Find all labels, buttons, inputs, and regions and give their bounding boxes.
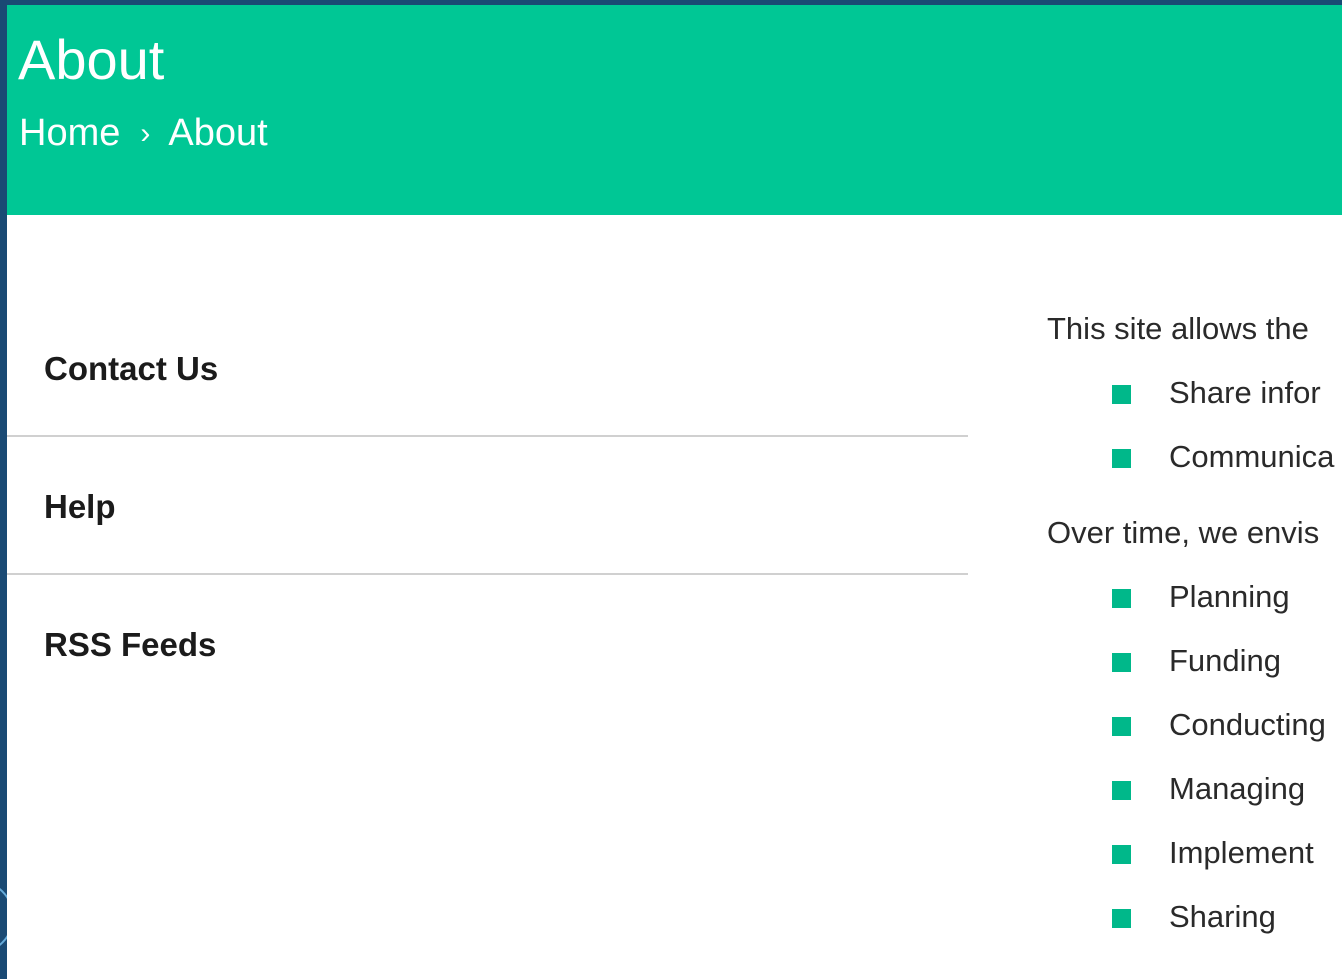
sidebar-nav: Contact Us Help RSS Feeds — [7, 299, 968, 713]
list-item-text: Implement — [1169, 835, 1314, 870]
list-item-text: Share infor — [1169, 375, 1321, 410]
sidebar-item-label: RSS Feeds — [44, 626, 217, 663]
page: About Home › About Contact Us Help RSS Fee… — [7, 5, 1342, 979]
page-header: About Home › About — [7, 5, 1342, 215]
list-item-text: Conducting — [1169, 707, 1326, 742]
chevron-right-icon: › — [140, 117, 151, 150]
breadcrumb-home-link[interactable]: Home — [19, 112, 120, 154]
page-title: About — [18, 28, 165, 91]
sidebar-item-label: Contact Us — [44, 350, 219, 387]
square-bullet-icon — [1112, 653, 1131, 672]
list-item: Planning — [1047, 575, 1342, 639]
list-item-text: Planning — [1169, 579, 1290, 614]
intro-text: This site allows the — [1047, 311, 1309, 346]
vision-list: Planning Funding Conducting Managing Imp… — [1047, 575, 1342, 959]
window-frame: About Home › About Contact Us Help RSS Fee… — [0, 0, 1342, 979]
list-item: Conducting — [1047, 703, 1342, 767]
list-item: Communica — [1047, 435, 1342, 499]
features-list: Share infor Communica — [1047, 371, 1342, 511]
list-item-text: Sharing — [1169, 899, 1276, 934]
list-item: Managing — [1047, 767, 1342, 831]
breadcrumb: Home › About — [19, 111, 268, 156]
list-item: Share infor — [1047, 371, 1342, 435]
square-bullet-icon — [1112, 717, 1131, 736]
list-item: Implement — [1047, 831, 1342, 895]
list-item-text: Communica — [1169, 439, 1335, 474]
sidebar-item-rss-feeds[interactable]: RSS Feeds — [7, 575, 968, 713]
square-bullet-icon — [1112, 781, 1131, 800]
square-bullet-icon — [1112, 909, 1131, 928]
list-item-text: Managing — [1169, 771, 1306, 806]
main-content: This site allows the Share infor Communi… — [1047, 307, 1342, 959]
square-bullet-icon — [1112, 845, 1131, 864]
list-item: Funding — [1047, 639, 1342, 703]
breadcrumb-current: About — [168, 112, 268, 154]
list-item: Sharing — [1047, 895, 1342, 959]
square-bullet-icon — [1112, 385, 1131, 404]
sidebar-item-help[interactable]: Help — [7, 437, 968, 575]
square-bullet-icon — [1112, 589, 1131, 608]
sidebar-item-contact-us[interactable]: Contact Us — [7, 299, 968, 437]
paragraph-text: Over time, we envis — [1047, 515, 1320, 550]
square-bullet-icon — [1112, 449, 1131, 468]
sidebar-item-label: Help — [44, 488, 116, 525]
list-item-text: Funding — [1169, 643, 1282, 678]
